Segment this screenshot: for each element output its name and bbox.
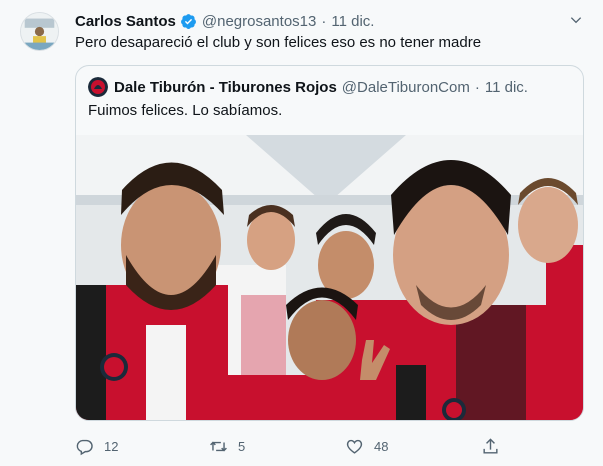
quoted-author-name: Dale Tiburón - Tiburones Rojos <box>114 78 337 96</box>
chevron-down-icon[interactable] <box>568 12 584 28</box>
quoted-header-separator: · <box>474 78 480 96</box>
tweet-text: Pero desapareció el club y son felices e… <box>75 34 482 51</box>
share-icon <box>483 437 498 454</box>
comment-icon <box>76 439 93 455</box>
author-avatar[interactable] <box>20 12 59 51</box>
quoted-tweet[interactable]: Dale Tiburón - Tiburones Rojos @DaleTibu… <box>75 65 584 421</box>
tweet-actions: 12 5 48 <box>75 434 545 458</box>
author-name[interactable]: Carlos Santos <box>75 13 176 30</box>
quoted-author-handle: @DaleTiburonCom <box>341 78 470 96</box>
quoted-author-avatar <box>88 77 108 97</box>
reply-button[interactable]: 12 <box>75 437 118 456</box>
verified-badge-icon <box>180 13 196 29</box>
quoted-tweet-date: 11 dic. <box>484 78 528 96</box>
retweet-button[interactable]: 5 <box>209 437 245 456</box>
like-count: 48 <box>374 438 389 454</box>
heart-icon <box>346 439 363 454</box>
tweet-header: Carlos Santos @negrosantos13 · 11 dic. <box>75 11 563 31</box>
retweet-count: 5 <box>238 438 246 454</box>
author-handle[interactable]: @negrosantos13 <box>202 13 316 30</box>
retweet-icon <box>210 441 227 451</box>
header-separator: · <box>321 12 327 30</box>
reply-count: 12 <box>104 438 119 454</box>
quoted-tweet-header: Dale Tiburón - Tiburones Rojos @DaleTibu… <box>88 77 528 97</box>
share-button[interactable] <box>481 437 510 456</box>
tweet-card[interactable]: Carlos Santos @negrosantos13 · 11 dic. P… <box>0 0 603 466</box>
quoted-tweet-text: Fuimos felices. Lo sabíamos. <box>88 102 283 119</box>
like-button[interactable]: 48 <box>345 437 388 456</box>
tweet-date[interactable]: 11 dic. <box>331 13 374 30</box>
quoted-tweet-photo[interactable] <box>76 135 583 420</box>
